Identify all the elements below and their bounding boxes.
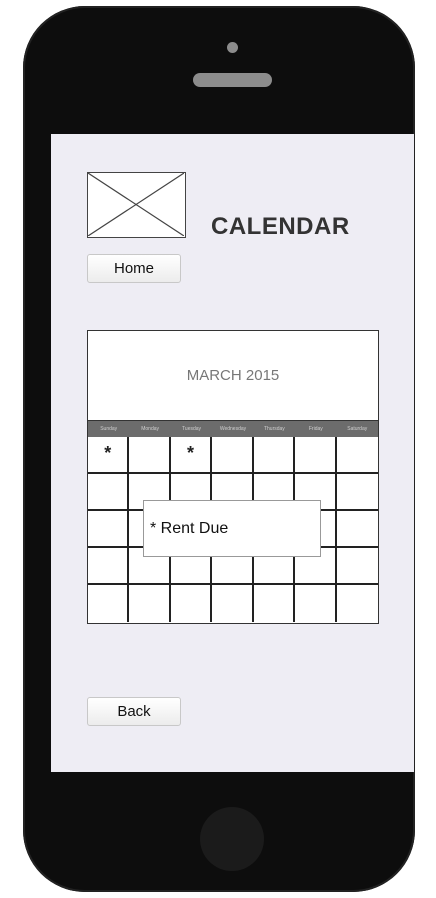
weekday-label: Saturday [347, 426, 368, 432]
weekday-label: Sunday [100, 426, 118, 432]
calendar-day-cell[interactable] [253, 437, 296, 474]
weekday-label: Tuesday [182, 426, 202, 432]
calendar-day-cell[interactable] [295, 585, 337, 622]
event-popup: * Rent Due [143, 500, 321, 557]
calendar-day-cell[interactable]: * [88, 437, 130, 474]
calendar-day-cell[interactable] [212, 437, 254, 474]
calendar-day-cell[interactable] [336, 437, 378, 474]
calendar-day-cell[interactable] [336, 474, 378, 511]
calendar-day-cell[interactable] [88, 548, 130, 585]
weekday-label: Monday [141, 426, 160, 432]
earpiece-speaker [193, 73, 272, 87]
calendar-day-cell[interactable] [212, 585, 254, 622]
calendar-day-cell[interactable] [254, 585, 296, 622]
calendar-day-cell[interactable] [129, 585, 171, 622]
calendar-day-cell[interactable] [88, 474, 130, 511]
image-placeholder-icon [87, 172, 186, 238]
hardware-home-button[interactable] [200, 807, 264, 871]
calendar-day-cell[interactable] [88, 511, 130, 548]
page-title: CALENDAR [211, 213, 350, 240]
calendar-day-cell[interactable]: * [170, 437, 213, 474]
calendar-month-label: MARCH 2015 [88, 331, 378, 421]
back-button[interactable]: Back [87, 697, 181, 726]
weekday-label: Friday [308, 426, 323, 432]
calendar-day-cell[interactable] [337, 585, 378, 622]
calendar-day-cell[interactable] [336, 548, 378, 585]
calendar: MARCH 2015 Sunday Monday Tuesday Wednesd… [87, 330, 379, 624]
weekday-header: Sunday Monday Tuesday Wednesday Thursday… [88, 421, 378, 437]
weekday-label: Wednesday [219, 426, 247, 432]
weekday-label: Thursday [263, 426, 285, 432]
calendar-day-cell[interactable] [88, 585, 130, 622]
front-camera [227, 42, 238, 53]
calendar-day-cell[interactable] [129, 437, 171, 474]
home-button[interactable]: Home [87, 254, 181, 283]
calendar-day-cell[interactable] [336, 511, 378, 548]
calendar-day-cell[interactable] [171, 585, 213, 622]
calendar-day-cell[interactable] [295, 437, 337, 474]
